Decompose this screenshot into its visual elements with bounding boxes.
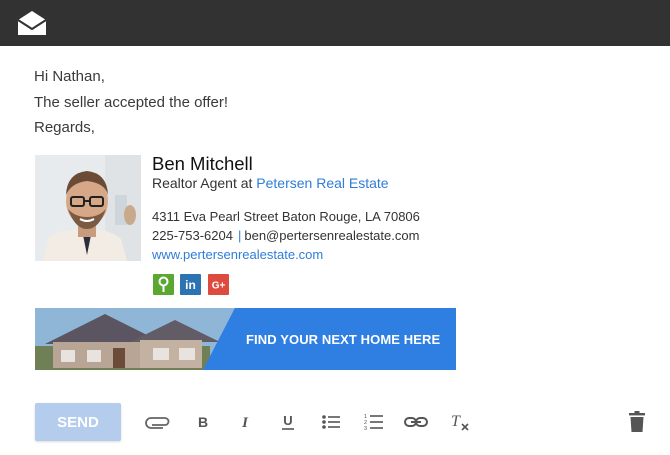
numbered-list-icon[interactable]: 1 2 3 [361, 410, 387, 434]
signature-address: 4311 Eva Pearl Street Baton Rouge, LA 70… [152, 209, 420, 224]
greeting-line: Hi Nathan, [34, 68, 105, 85]
svg-text:I: I [241, 415, 249, 430]
svg-text:3: 3 [364, 426, 367, 431]
svg-text:U: U [283, 413, 292, 428]
linkedin-label: in [185, 278, 196, 292]
linkedin-icon[interactable]: in [180, 274, 201, 295]
email-body[interactable]: Hi Nathan, The seller accepted the offer… [34, 64, 228, 141]
company-link[interactable]: Petersen Real Estate [256, 175, 388, 191]
open-envelope-icon[interactable] [16, 9, 48, 37]
agent-photo [35, 155, 141, 261]
website-link[interactable]: www.pertersenrealestate.com [152, 247, 323, 262]
signature-email[interactable]: ben@pertersenrealestate.com [244, 228, 419, 243]
signature-phone: 225-753-6204 [152, 228, 233, 243]
svg-text:T: T [451, 413, 461, 430]
italic-icon[interactable]: I [232, 410, 258, 434]
body-line: The seller accepted the offer! [34, 93, 229, 111]
clear-formatting-icon[interactable]: T [447, 410, 473, 434]
link-icon[interactable] [403, 410, 429, 434]
google-plus-icon[interactable]: G+ [208, 274, 229, 295]
signature-role-prefix: Realtor Agent at [152, 175, 257, 191]
signature-name: Ben Mitchell [152, 153, 253, 174]
signature-role: Realtor Agent at Petersen Real Estate [152, 175, 389, 191]
svg-text:B: B [198, 414, 208, 430]
bulleted-list-icon[interactable] [318, 410, 344, 434]
closing-line: Regards, [34, 119, 95, 136]
contact-separator: | [237, 228, 242, 243]
google-plus-label: G+ [212, 281, 226, 292]
signature-contact: 225-753-6204 | ben@pertersenrealestate.com [152, 228, 419, 243]
top-bar [0, 0, 670, 46]
bold-icon[interactable]: B [190, 410, 216, 434]
promo-banner[interactable]: FIND YOUR NEXT HOME HERE [35, 308, 456, 370]
send-button[interactable]: SEND [35, 403, 121, 441]
banner-text: FIND YOUR NEXT HOME HERE [246, 332, 441, 347]
map-pin-icon[interactable] [153, 274, 174, 295]
attach-icon[interactable] [145, 410, 171, 434]
underline-icon[interactable]: U [275, 410, 301, 434]
trash-icon[interactable] [624, 410, 650, 434]
